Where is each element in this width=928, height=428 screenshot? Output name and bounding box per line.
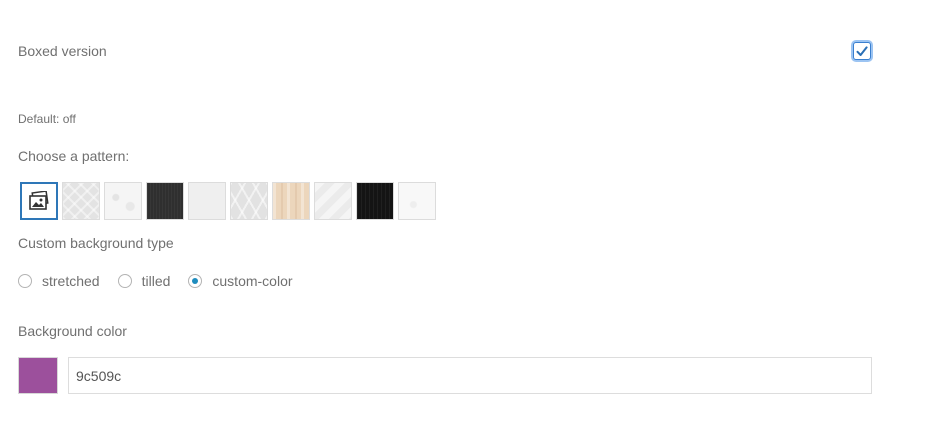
background-color-label: Background color [18,323,127,339]
radio-option-custom-color[interactable]: custom-color [188,273,293,289]
pattern-white-marble[interactable] [104,182,142,220]
pattern-dark-charcoal[interactable] [146,182,184,220]
boxed-default-note: Default: off [18,112,76,126]
pattern-gray-ornament[interactable] [230,182,268,220]
pattern-light-gray-soft[interactable] [314,182,352,220]
boxed-version-checkbox[interactable] [853,42,871,60]
pattern-light-wood[interactable] [272,182,310,220]
radio-label-custom-color: custom-color [212,273,293,289]
color-swatch[interactable] [18,357,58,394]
pattern-upload-image[interactable] [20,182,58,220]
radio-label-stretched: stretched [42,273,100,289]
pattern-light-gray-geometric[interactable] [62,182,100,220]
choose-pattern-label: Choose a pattern: [18,148,130,164]
background-type-label: Custom background type [18,235,174,251]
checkmark-icon [856,45,868,56]
radio-label-tilled: tilled [141,273,171,289]
radio-option-tilled[interactable]: tilled [117,273,171,289]
boxed-version-label: Boxed version [18,43,107,59]
pattern-white-floral[interactable] [398,182,436,220]
background-type-options: stretched tilled custom-color [18,273,311,289]
pattern-list [20,182,436,220]
pattern-black-wood[interactable] [356,182,394,220]
radio-custom-color[interactable] [188,274,203,288]
radio-option-stretched[interactable]: stretched [18,273,100,289]
radio-stretched[interactable] [18,274,32,288]
image-icon [29,191,49,210]
pattern-plain-light[interactable] [188,182,226,220]
radio-tilled[interactable] [117,274,132,288]
background-color-input[interactable] [68,357,872,394]
